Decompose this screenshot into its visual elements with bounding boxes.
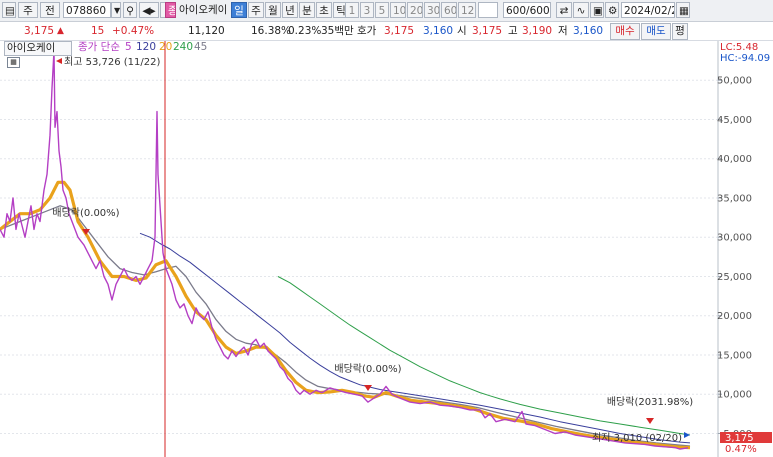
stock-name: 아이오케이 — [179, 4, 228, 16]
total-button[interactable]: 전 — [40, 2, 60, 18]
legend-ma240: 240 — [173, 41, 194, 53]
chart-toolbar: ▤ 주 전 078860 ▼ ⚲ ◀▸ 종 아이오케이 일 주 월 년 분 초 … — [0, 0, 773, 22]
data-count[interactable]: 600/600 — [503, 2, 551, 18]
legend-stock-name[interactable]: 아이오케이 — [4, 41, 72, 56]
grid-toggle-icon[interactable]: ▦ — [7, 57, 20, 68]
quote-bar: 3,175 ▲ 15 +0.47% 11,120 16.38% 0.23% 35… — [0, 22, 773, 41]
period-second-tab[interactable]: 초 — [316, 2, 332, 18]
legend-ma20: 20 — [159, 41, 173, 53]
y-tick-label: 15,000 — [717, 350, 752, 361]
buy-button[interactable]: 매수 — [610, 23, 640, 40]
save-icon[interactable]: ▣ — [590, 2, 604, 18]
y-tick-label: 35,000 — [717, 193, 752, 204]
interval-60-button[interactable]: 60 — [441, 2, 457, 18]
interval-20-button[interactable]: 20 — [407, 2, 423, 18]
bid-label: 35백만 호가 — [321, 25, 377, 37]
high-label: 최고 53,726 (11/22) — [64, 56, 160, 68]
custom-interval-input[interactable] — [478, 2, 498, 18]
date-input[interactable]: 2024/02/21 — [621, 2, 675, 18]
y-tick-label: 10,000 — [717, 390, 752, 401]
interval-5-button[interactable]: 5 — [375, 2, 389, 18]
bid-price: 3,160 — [423, 25, 454, 37]
compare-icon[interactable]: ⇄ — [556, 2, 572, 18]
market-select[interactable]: 주 — [18, 2, 38, 18]
indicator-icon[interactable]: ∿ — [573, 2, 589, 18]
y-tick-label: 20,000 — [717, 311, 752, 322]
dividend-label-1: 배당락(0.00%) — [52, 207, 119, 219]
gear-icon[interactable]: ⚙ — [605, 2, 619, 18]
legend-ma45: 45 — [194, 41, 208, 53]
high-price: 3,190 — [522, 25, 553, 37]
legend-ma5: 5 — [125, 41, 132, 53]
low-label: 최저 3,010 (02/20) — [592, 432, 682, 444]
y-tick-label: 45,000 — [717, 115, 752, 126]
open-label: 시 — [457, 25, 467, 37]
ask-price: 3,175 — [384, 25, 415, 37]
interval-10-button[interactable]: 10 — [390, 2, 406, 18]
price-change: 15 — [91, 25, 105, 37]
open-price: 3,175 — [472, 25, 503, 37]
period-year-tab[interactable]: 년 — [282, 2, 298, 18]
legend-ma120: 120 — [136, 41, 157, 53]
sell-button[interactable]: 매도 — [641, 23, 671, 40]
interval-120-button[interactable]: 120 — [458, 2, 476, 18]
search-icon[interactable]: ⚲ — [123, 2, 137, 18]
y-tick-label: 30,000 — [717, 233, 752, 244]
y-tick-label: 25,000 — [717, 272, 752, 283]
period-minute-tab[interactable]: 분 — [299, 2, 315, 18]
interval-3-button[interactable]: 3 — [360, 2, 374, 18]
favorite-icon[interactable]: 종 — [165, 2, 176, 18]
code-dropdown-icon[interactable]: ▼ — [111, 2, 121, 18]
volume: 11,120 — [188, 25, 225, 37]
calendar-icon[interactable]: ▦ — [676, 2, 690, 18]
period-day-tab[interactable]: 일 — [231, 2, 247, 18]
turnover: 16.38% — [251, 25, 292, 37]
dividend-label-3: 배당락(2031.98%) — [607, 396, 693, 408]
menu-icon[interactable]: ▤ — [2, 2, 16, 18]
volume-percent: 0.23% — [288, 25, 322, 37]
y-tick-label: 50,000 — [717, 76, 752, 87]
change-percent: +0.47% — [112, 25, 155, 37]
current-price: 3,175 — [24, 25, 55, 37]
hc-value: HC:-94.09 — [720, 53, 771, 64]
high-label: 고 — [508, 25, 518, 37]
stock-code-input[interactable]: 078860 — [63, 2, 111, 18]
period-week-tab[interactable]: 주 — [248, 2, 264, 18]
up-arrow-icon: ▲ — [57, 26, 64, 36]
low-label: 저 — [558, 25, 568, 37]
legend-price-label: 종가 단순 — [78, 41, 120, 53]
last-percent-label: 0.47% — [725, 444, 757, 455]
last-price-label: 3,175 — [725, 433, 754, 444]
price-chart[interactable]: 50,000 45,000 40,000 35,000 30,000 25,000 20,0… — [0, 41, 773, 457]
interval-30-button[interactable]: 30 — [424, 2, 440, 18]
interval-1-button[interactable]: 1 — [345, 2, 359, 18]
low-price: 3,160 — [573, 25, 604, 37]
y-tick-label: 40,000 — [717, 154, 752, 165]
dividend-label-2: 배당락(0.00%) — [334, 363, 401, 375]
speaker-icon[interactable]: ◀▸ — [139, 2, 159, 18]
evaluate-button[interactable]: 평 — [672, 23, 688, 40]
period-month-tab[interactable]: 월 — [265, 2, 281, 18]
